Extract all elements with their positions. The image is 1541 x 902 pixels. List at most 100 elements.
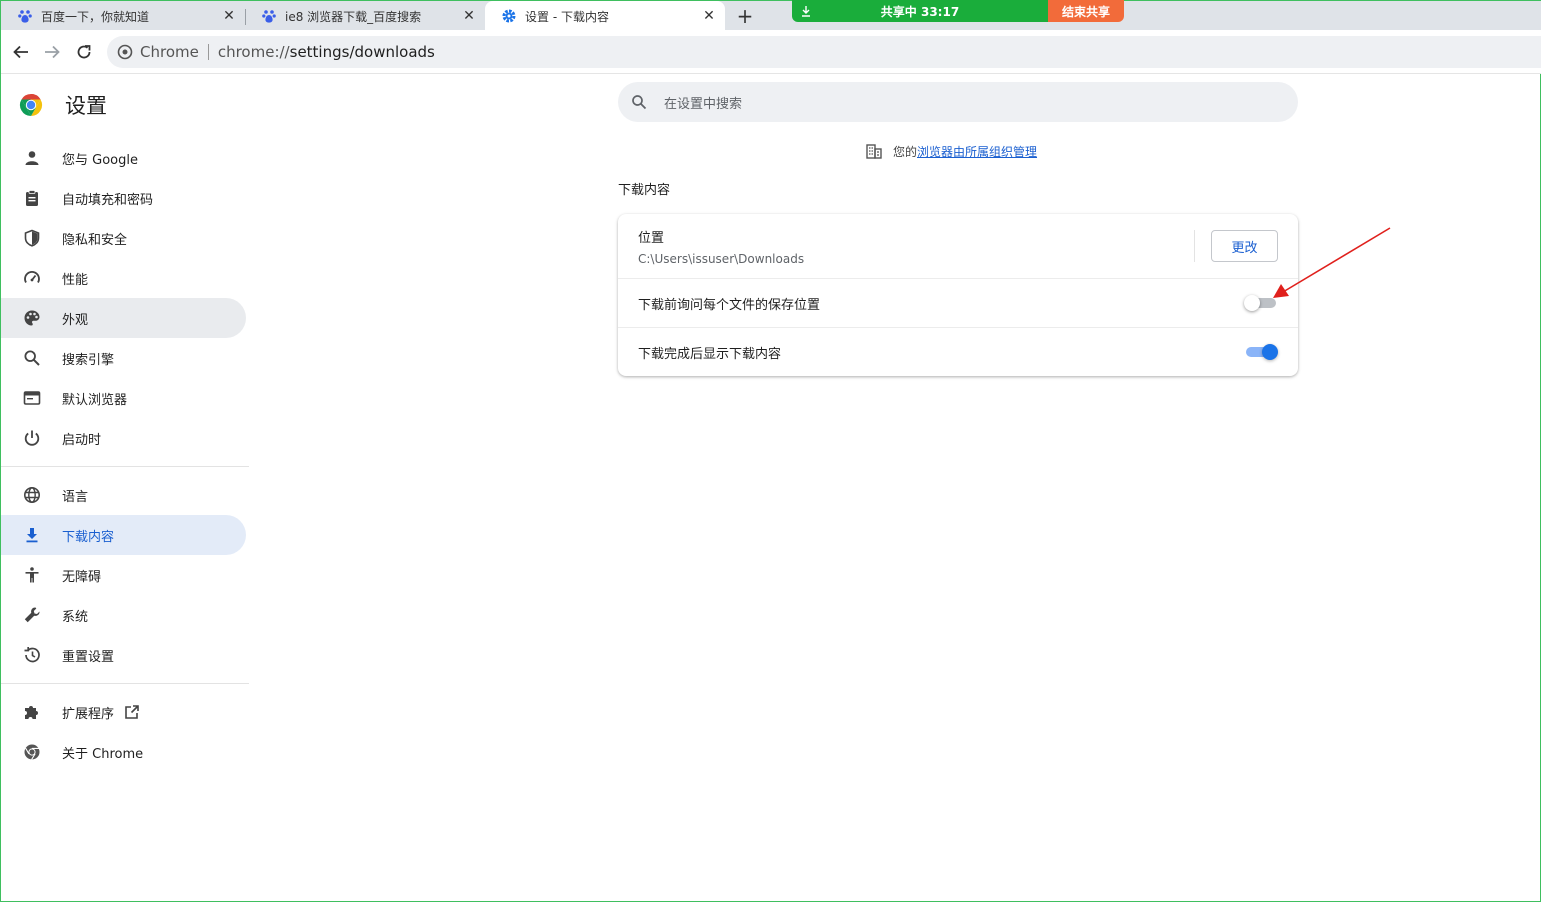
sidebar-item-label: 关于 Chrome — [62, 746, 144, 762]
clipboard-icon — [22, 188, 42, 208]
close-tab-icon[interactable]: ✕ — [219, 6, 239, 26]
tab-title: ie8 浏览器下载_百度搜索 — [285, 9, 422, 24]
change-location-button[interactable]: 更改 — [1211, 230, 1278, 262]
speedometer-icon — [22, 268, 42, 288]
sidebar-item-appearance[interactable]: 外观 — [1, 298, 246, 338]
close-tab-icon[interactable]: ✕ — [699, 6, 719, 26]
ask-where-to-save-label: 下载前询问每个文件的保存位置 — [638, 297, 821, 313]
ask-where-to-save-toggle[interactable] — [1244, 295, 1278, 311]
gear-icon — [501, 8, 517, 24]
sidebar-item-label: 扩展程序 — [62, 706, 115, 722]
toggle-knob — [1244, 295, 1260, 311]
sidebar-item-you-and-google[interactable]: 您与 Google — [1, 138, 246, 178]
address-bar[interactable]: Chrome chrome://settings/downloads — [107, 36, 1541, 68]
sidebar-item-label: 重置设置 — [62, 649, 115, 665]
location-info: 位置 C:\Users\issuser\Downloads — [638, 227, 1194, 266]
sidebar-item-label: 默认浏览器 — [62, 392, 128, 408]
sidebar-item-label: 性能 — [62, 272, 89, 288]
baidu-paw-icon — [17, 8, 33, 24]
sidebar-item-performance[interactable]: 性能 — [1, 258, 246, 298]
reload-button[interactable] — [72, 40, 96, 64]
forward-arrow-icon — [45, 45, 60, 59]
sidebar-item-label: 您与 Google — [62, 152, 138, 168]
sidebar-item-search-engine[interactable]: 搜索引擎 — [1, 338, 246, 378]
sidebar-item-on-startup[interactable]: 启动时 — [1, 418, 246, 458]
show-downloads-when-done-row[interactable]: 下载完成后显示下载内容 — [618, 327, 1298, 376]
settings-title: 设置 — [65, 94, 107, 118]
chrome-logo-icon — [22, 742, 42, 762]
power-icon — [22, 428, 42, 448]
tab-settings-downloads[interactable]: 设置 - 下载内容 ✕ — [485, 1, 725, 31]
sidebar-item-reset[interactable]: 重置设置 — [1, 635, 246, 675]
globe-icon — [22, 485, 42, 505]
tab-title: 百度一下，你就知道 — [41, 9, 150, 24]
chrome-logo-icon — [19, 93, 43, 116]
sidebar-item-label: 语言 — [62, 489, 89, 505]
sidebar-item-extensions[interactable]: 扩展程序 — [1, 692, 246, 732]
managed-link[interactable]: 浏览器由所属组织管理 — [917, 143, 1037, 160]
sidebar-item-accessibility[interactable]: 无障碍 — [1, 555, 246, 595]
managed-by-org-notice: 您的 浏览器由所属组织管理 — [865, 142, 1037, 160]
sidebar-item-autofill[interactable]: 自动填充和密码 — [1, 178, 246, 218]
show-downloads-label: 下载完成后显示下载内容 — [638, 346, 782, 362]
downloads-section-title: 下载内容 — [618, 183, 671, 198]
share-timer: 共享中 33:17 — [880, 4, 960, 19]
search-icon — [22, 348, 42, 368]
url-text: chrome://settings/downloads — [218, 43, 435, 61]
chrome-page-icon[interactable] — [116, 43, 134, 61]
new-tab-button[interactable]: + — [733, 4, 757, 28]
sidebar-item-label: 自动填充和密码 — [62, 192, 154, 208]
wrench-icon — [22, 605, 42, 625]
show-downloads-toggle[interactable] — [1244, 344, 1278, 360]
accessibility-icon — [22, 565, 42, 585]
tab-baidu-search[interactable]: ie8 浏览器下载_百度搜索 ✕ — [245, 1, 485, 31]
sidebar-item-privacy[interactable]: 隐私和安全 — [1, 218, 246, 258]
shield-icon — [22, 228, 42, 248]
settings-header: 设置 — [19, 90, 107, 120]
sidebar-item-label: 搜索引擎 — [62, 352, 115, 368]
sidebar-item-label: 系统 — [62, 609, 89, 625]
sidebar-item-downloads[interactable]: 下载内容 — [1, 515, 246, 555]
sidebar-item-default-browser[interactable]: 默认浏览器 — [1, 378, 246, 418]
omnibox-divider — [207, 44, 209, 60]
building-icon — [865, 142, 883, 160]
reload-icon — [77, 45, 91, 59]
url-path: settings/downloads — [289, 43, 435, 61]
tab-strip: 百度一下，你就知道 ✕ ie8 浏览器下载_百度搜索 ✕ 设置 - 下载内容 ✕… — [1, 0, 1541, 31]
sidebar-item-system[interactable]: 系统 — [1, 595, 246, 635]
end-share-button[interactable]: 结束共享 — [1048, 0, 1124, 22]
sidebar-divider — [1, 466, 249, 467]
tab-baidu-home[interactable]: 百度一下，你就知道 ✕ — [1, 1, 245, 31]
settings-sidebar: 设置 您与 Google 自动填充和密码 隐私和安全 性能 外观 搜索引擎 默认… — [1, 74, 249, 902]
sidebar-item-label: 启动时 — [62, 432, 102, 448]
site-chip: Chrome — [140, 43, 199, 61]
sidebar-divider — [1, 683, 249, 684]
settings-search-field[interactable]: 在设置中搜索 — [618, 82, 1298, 122]
sidebar-item-label: 外观 — [62, 312, 89, 328]
forward-button[interactable] — [40, 40, 64, 64]
palette-icon — [22, 308, 42, 328]
managed-prefix: 您的 — [893, 144, 918, 159]
sidebar-item-label: 无障碍 — [62, 569, 102, 585]
sidebar-item-label: 隐私和安全 — [62, 232, 128, 248]
browser-toolbar: Chrome chrome://settings/downloads — [1, 30, 1541, 74]
tab-title: 设置 - 下载内容 — [525, 9, 609, 24]
download-icon[interactable] — [792, 5, 820, 17]
location-row: 位置 C:\Users\issuser\Downloads 更改 — [618, 214, 1298, 278]
sidebar-item-about-chrome[interactable]: 关于 Chrome — [1, 732, 246, 772]
close-tab-icon[interactable]: ✕ — [459, 6, 479, 26]
back-arrow-icon — [13, 45, 28, 59]
url-scheme: chrome:// — [217, 43, 290, 61]
downloads-settings-card: 位置 C:\Users\issuser\Downloads 更改 下载前询问每个… — [618, 214, 1298, 376]
search-icon — [630, 93, 648, 111]
sidebar-item-languages[interactable]: 语言 — [1, 475, 246, 515]
share-status: 共享中 33:17 — [792, 0, 1048, 22]
ask-where-to-save-row[interactable]: 下载前询问每个文件的保存位置 — [618, 278, 1298, 327]
browser-window-icon — [22, 388, 42, 408]
restore-icon — [22, 645, 42, 665]
search-placeholder: 在设置中搜索 — [664, 96, 743, 112]
back-button[interactable] — [9, 40, 33, 64]
screen-share-bar: 共享中 33:17 结束共享 — [792, 0, 1124, 22]
external-link-icon — [124, 704, 140, 720]
toggle-knob — [1262, 344, 1278, 360]
